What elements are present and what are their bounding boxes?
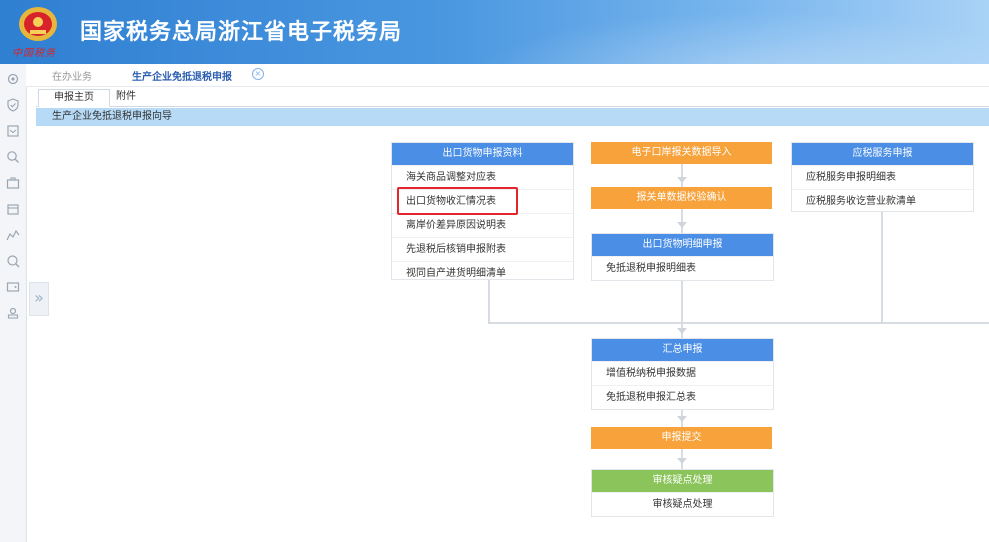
tax-emblem-icon (19, 7, 57, 41)
panel-title: 出口货物申报资料 (392, 143, 573, 165)
list-item[interactable]: 海关商品调整对应表 (392, 165, 573, 189)
step-submit[interactable]: 申报提交 (591, 427, 772, 449)
wallet-icon[interactable] (4, 278, 22, 296)
step-label: 申报提交 (591, 427, 772, 449)
list-item[interactable]: 应税服务申报明细表 (792, 165, 973, 189)
flow-arrow (677, 177, 687, 183)
emblem-caption: 中国税务 (12, 48, 56, 59)
top-banner: 中国税务 国家税务总局浙江省电子税务局 (0, 0, 989, 64)
connector-line (488, 280, 490, 324)
list-item[interactable]: 审核疑点处理 (592, 492, 773, 516)
guide-title: 生产企业免抵退税申报向导 (52, 111, 172, 122)
flow-arrow (677, 416, 687, 422)
list-item[interactable]: 免抵退税申报明细表 (592, 256, 773, 280)
list-item[interactable]: 离岸价差异原因说明表 (392, 213, 573, 237)
highlight-box (397, 187, 518, 215)
flow-arrow (677, 222, 687, 228)
briefcase-icon[interactable] (4, 174, 22, 192)
panel-title: 应税服务申报 (792, 143, 973, 165)
magnifier-icon[interactable] (4, 252, 22, 270)
connector-line (881, 210, 883, 324)
summary-panel: 汇总申报 增值税纳税申报数据 免抵退税申报汇总表 (591, 338, 774, 410)
list-item[interactable]: 应税服务收讫营业款清单 (792, 189, 973, 213)
tab-strip: 申报主页 附件 (36, 88, 989, 107)
close-tab-icon[interactable]: × (252, 68, 264, 80)
left-sidebar (0, 64, 27, 542)
breadcrumb-item-current[interactable]: 生产企业免抵退税申报 (132, 68, 232, 83)
panel-title: 出口货物明细申报 (592, 234, 773, 256)
flow-arrow (677, 458, 687, 464)
settings-icon[interactable] (4, 70, 22, 88)
audit-panel: 审核疑点处理 审核疑点处理 (591, 469, 774, 517)
list-item[interactable]: 增值税纳税申报数据 (592, 361, 773, 385)
banner-decoration (420, 0, 989, 64)
site-title: 国家税务总局浙江省电子税务局 (80, 20, 403, 45)
connector-line (488, 322, 989, 324)
list-item[interactable]: 先退税后核销申报附表 (392, 237, 573, 261)
chart-icon[interactable] (4, 226, 22, 244)
search-tax-icon[interactable] (4, 148, 22, 166)
step-label: 报关单数据校验确认 (591, 187, 772, 209)
tab-main[interactable]: 申报主页 (38, 89, 110, 107)
tab-attachment[interactable]: 附件 (110, 89, 142, 105)
panel-title: 审核疑点处理 (592, 470, 773, 492)
export-detail-panel: 出口货物明细申报 免抵退税申报明细表 (591, 233, 774, 281)
user-stamp-icon[interactable] (4, 304, 22, 322)
sidebar-expand-button[interactable]: » (29, 282, 49, 316)
breadcrumb-item-pending[interactable]: 在办业务 (52, 68, 92, 83)
step-label: 电子口岸报关数据导入 (591, 142, 772, 164)
step-import[interactable]: 电子口岸报关数据导入 (591, 142, 772, 164)
list-item[interactable]: 视同自产进货明细清单 (392, 261, 573, 285)
list-item[interactable]: 免抵退税申报汇总表 (592, 385, 773, 409)
shield-icon[interactable] (4, 96, 22, 114)
breadcrumb: 在办业务 生产企业免抵退税申报 × (26, 64, 989, 87)
calendar-icon[interactable] (4, 200, 22, 218)
panel-title: 汇总申报 (592, 339, 773, 361)
step-verify[interactable]: 报关单数据校验确认 (591, 187, 772, 209)
inbox-icon[interactable] (4, 122, 22, 140)
flow-arrow (677, 328, 687, 334)
guide-bar: 生产企业免抵退税申报向导 (36, 108, 989, 126)
taxable-services-panel: 应税服务申报 应税服务申报明细表 应税服务收讫营业款清单 (791, 142, 974, 212)
